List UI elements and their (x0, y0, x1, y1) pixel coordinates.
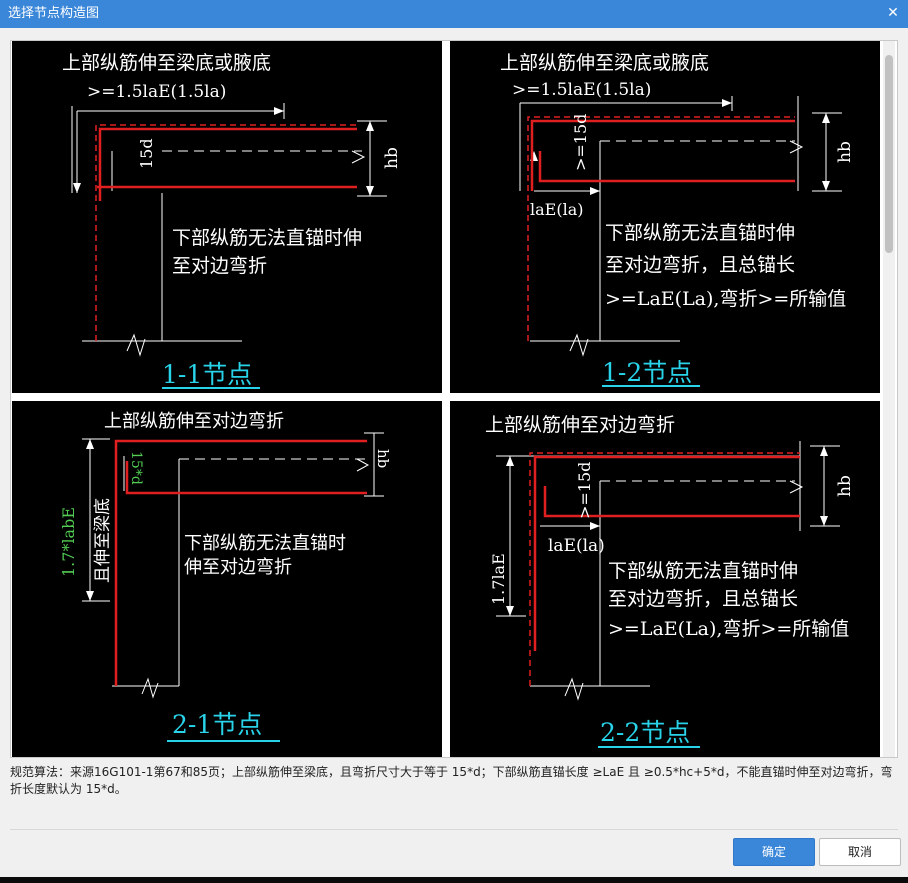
diagram-panel-1-2[interactable]: 上部纵筋伸至梁底或腋底 >=1.5laE(1.5la) >=15d hb laE… (450, 41, 880, 393)
anchor-label: laE(la) (530, 200, 583, 219)
title-bar: 选择节点构造图 ✕ (0, 0, 908, 28)
window-title: 选择节点构造图 (8, 6, 100, 21)
node-diagram-1-1: 上部纵筋伸至梁底或腋底 >=1.5laE(1.5la) 15d hb 下部纵筋无… (62, 52, 402, 389)
diagram-viewer: 上部纵筋伸至梁底或腋底 >=1.5laE(1.5la) 15d hb 下部纵筋无… (10, 40, 898, 758)
algorithm-description: 规范算法：来源16G101-1第67和85页；上部纵筋伸至梁底，且弯折尺寸大于等… (10, 765, 893, 796)
node-diagram-2-2: 上部纵筋伸至对边弯折 1.7laE >=15d hb laE(la) 下部纵筋无… (485, 414, 855, 748)
note-line-2: 至对边弯折，且总锚长 (608, 588, 798, 610)
note-line-1: 下部纵筋无法直锚时伸 (605, 222, 795, 244)
node-diagram-1-2: 上部纵筋伸至梁底或腋底 >=1.5laE(1.5la) >=15d hb laE… (500, 52, 855, 387)
diagram-panel-2-2[interactable]: 上部纵筋伸至对边弯折 1.7laE >=15d hb laE(la) 下部纵筋无… (450, 401, 880, 757)
side-label-green: 1.7*labE (59, 507, 78, 577)
node-caption: 1-1节点 (162, 360, 252, 389)
panel-top-label: 上部纵筋伸至对边弯折 (485, 414, 675, 436)
side-label: 1.7laE (489, 553, 508, 605)
hb-label: hb (374, 449, 392, 468)
ok-button[interactable]: 确定 (733, 838, 815, 866)
background-canvas-strip (0, 877, 908, 883)
bend-label: >=15d (575, 462, 594, 519)
note-line-3: >=LaE(La),弯折>=所输值 (605, 288, 846, 310)
note-line-2: 至对边弯折，且总锚长 (605, 254, 795, 276)
panel-top-label: 上部纵筋伸至对边弯折 (104, 411, 284, 432)
anchor-label: laE(la) (548, 536, 605, 556)
hb-label: hb (835, 141, 855, 163)
hb-label: hb (835, 475, 855, 497)
dialog-body: 上部纵筋伸至梁底或腋底 >=1.5laE(1.5la) 15d hb 下部纵筋无… (0, 28, 908, 883)
vertical-scrollbar[interactable] (883, 41, 895, 757)
close-icon[interactable]: ✕ (884, 4, 902, 22)
panel-dim-label: >=1.5laE(1.5la) (512, 80, 651, 100)
node-caption: 2-2节点 (600, 718, 690, 747)
bend-label: 15*d (128, 451, 144, 485)
hb-label: hb (382, 147, 402, 169)
diagram-panel-1-1[interactable]: 上部纵筋伸至梁底或腋底 >=1.5laE(1.5la) 15d hb 下部纵筋无… (12, 41, 442, 393)
scrollbar-thumb[interactable] (885, 55, 893, 253)
panel-dim-label: >=1.5laE(1.5la) (87, 82, 226, 102)
note-line-1: 下部纵筋无法直锚时伸 (172, 227, 362, 249)
note-line-1: 下部纵筋无法直锚时伸 (608, 560, 798, 582)
note-line-1: 下部纵筋无法直锚时 (184, 533, 346, 554)
diagram-panel-2-1[interactable]: 上部纵筋伸至对边弯折 1.7*labE 且伸至梁底 15*d hb 下部纵筋无法… (12, 401, 442, 757)
node-caption: 2-1节点 (172, 710, 262, 739)
panel-top-label: 上部纵筋伸至梁底或腋底 (62, 52, 271, 74)
node-caption: 1-2节点 (602, 358, 692, 387)
bend-label: >=15d (571, 114, 590, 171)
node-diagram-2-1: 上部纵筋伸至对边弯折 1.7*labE 且伸至梁底 15*d hb 下部纵筋无法… (59, 411, 392, 742)
divider (10, 829, 898, 830)
note-line-2: 至对边弯折 (172, 255, 267, 277)
cancel-button[interactable]: 取消 (819, 838, 901, 866)
note-line-3: >=LaE(La),弯折>=所输值 (608, 618, 849, 640)
bend-label: 15d (137, 138, 156, 169)
side-label-white: 且伸至梁底 (93, 498, 113, 583)
panel-top-label: 上部纵筋伸至梁底或腋底 (500, 52, 709, 74)
note-line-2: 伸至对边弯折 (184, 557, 292, 578)
